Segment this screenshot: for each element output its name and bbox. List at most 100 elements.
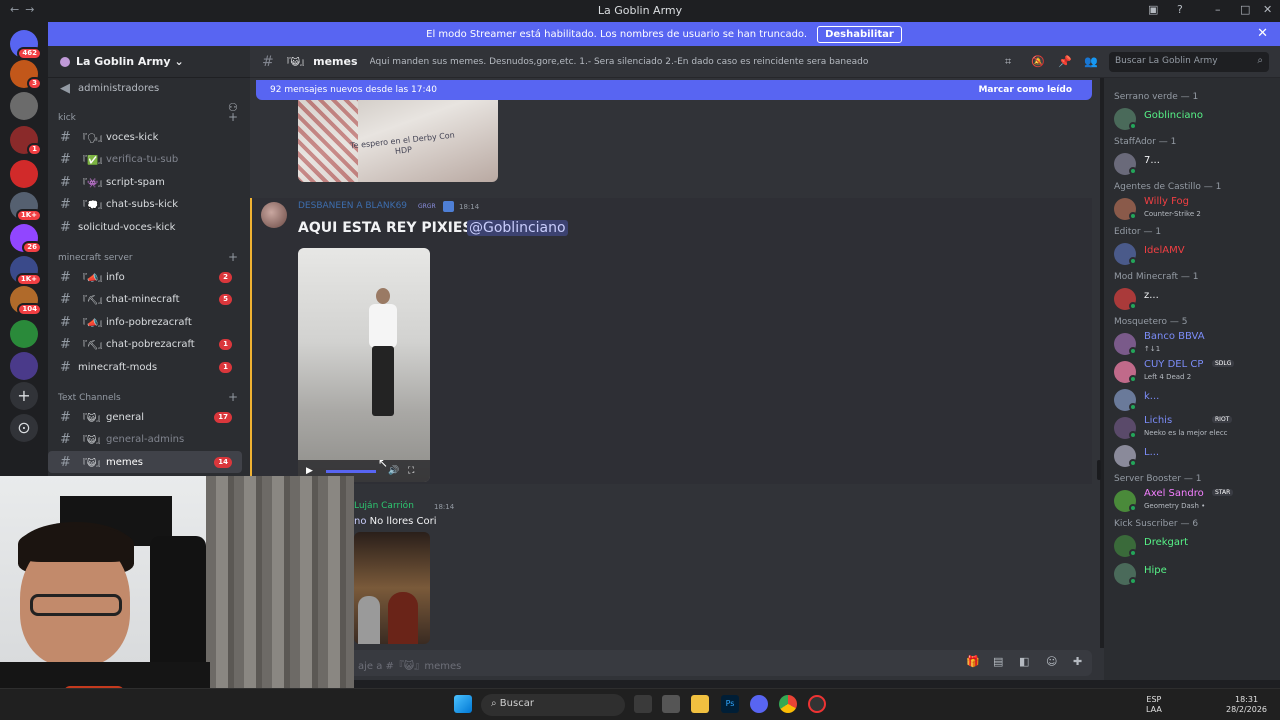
channel-topic[interactable]: Aqui manden sus memes. Desnudos,gore,etc… [370,57,890,67]
add-server-icon[interactable]: + [10,382,38,410]
windows-start-icon[interactable] [454,695,472,713]
maximize-icon[interactable]: □ [1240,3,1250,16]
app-icon[interactable] [662,695,680,713]
channel-item[interactable]: # 『😺』 memes 14 [48,451,242,474]
help-icon[interactable]: ? [1177,3,1183,16]
server-icon[interactable]: 1K+ [10,192,42,222]
play-icon[interactable]: ▶ [306,466,313,476]
webcam-glasses [30,594,122,616]
pin-icon[interactable]: 📌 [1058,55,1072,68]
apps-icon[interactable]: ✚ [1073,655,1082,668]
member-item[interactable]: Lichis RIOT Neeko es la mejor elecc [1114,415,1274,441]
member-item[interactable]: Drekgart [1114,533,1274,559]
channel-item[interactable]: # 『⛏』 chat-minecraft 5 [48,289,242,311]
member-item[interactable]: z... [1114,286,1274,312]
emoji-icon[interactable]: ☺ [1046,655,1057,668]
gif-icon[interactable]: ▤ [993,655,1003,668]
channel-item[interactable]: # 『📣』 info-pobrezacraft [48,311,242,333]
unread-badge: 5 [219,294,232,306]
channel-item[interactable]: # 『🗣』 voces-kick [48,126,242,148]
category-text-channels[interactable]: Text Channels [58,393,121,403]
channel-name: minecraft-mods [78,361,158,373]
server-icon[interactable] [10,320,38,348]
member-item[interactable]: CUY DEL CP SDLG Left 4 Dead 2 [1114,359,1274,385]
member-item[interactable]: k... [1114,387,1274,413]
server-icon[interactable] [10,352,38,380]
sticker-icon[interactable]: ◧ [1019,655,1029,668]
disable-streamer-button[interactable]: Deshabilitar [817,25,902,43]
member-item[interactable]: IdelAMV [1114,241,1274,267]
role-name: Kick Suscriber [1114,519,1178,529]
add-channel-icon[interactable]: + [228,250,238,264]
member-item[interactable]: Willy Fog Counter-Strike 2 [1114,196,1274,222]
channel-item[interactable]: # 『⛏』 chat-pobrezacraft 1 [48,334,242,356]
video-progress[interactable] [326,470,376,473]
search-input[interactable]: Buscar La Goblin Army ⌕ [1109,52,1269,72]
add-channel-icon[interactable]: + [228,110,238,124]
discover-icon[interactable]: ⊙ [10,414,38,442]
mark-as-read-button[interactable]: Marcar como leído [978,85,1072,95]
user-mention[interactable]: @Goblinciano [467,220,568,236]
volume-icon[interactable]: 🔊 [388,466,399,476]
channel-item[interactable]: # 『📣』 info 2 [48,266,242,288]
member-item[interactable]: L... [1114,443,1274,469]
member-item[interactable]: Goblinciano [1114,106,1274,132]
image-attachment[interactable] [354,532,430,644]
category-kick[interactable]: kick [58,113,76,123]
server-icon[interactable]: 26 [10,224,42,254]
file-explorer-icon[interactable] [691,695,709,713]
server-icon[interactable] [10,92,38,120]
server-icon[interactable]: 1 [10,126,42,156]
member-name: Drekgart [1144,537,1189,548]
task-view-icon[interactable] [634,695,652,713]
server-icon[interactable]: 462 [10,30,42,60]
scrollbar[interactable] [1097,460,1101,480]
category-minecraft[interactable]: minecraft server [58,253,133,263]
mute-icon[interactable]: 🔕 [1031,55,1045,68]
photoshop-icon[interactable]: Ps [721,695,739,713]
mouse-cursor-icon: ↖ [378,456,389,470]
channel-item[interactable]: # 『😺』 general 17 [48,406,242,428]
taskbar-search[interactable]: ⌕ Buscar [481,694,625,716]
discord-icon[interactable] [750,695,768,713]
channel-item[interactable]: # minecraft-mods 1 [48,356,242,378]
close-window-icon[interactable]: ✕ [1263,3,1272,16]
message-author[interactable]: DESBANEEN A BLANK69 [298,201,407,211]
fullscreen-icon[interactable]: ⛶ [408,466,414,476]
channel-item[interactable]: # 『✅』 verifica-tu-sub [48,149,242,171]
guild-header[interactable]: La Goblin Army ⌄ ⚇ [48,46,250,114]
inbox-icon[interactable]: ▣ [1148,3,1158,16]
channel-item[interactable]: # 『👾』 script-spam [48,171,242,193]
unread-badge: 14 [214,456,232,468]
channel-name: general-admins [106,434,185,446]
server-badge: 1K+ [15,273,42,286]
new-messages-bar[interactable]: 92 mensajes nuevos desde las 17:40 Marca… [256,80,1092,100]
message-author[interactable]: Luján Carrión [354,501,414,511]
member-list-icon[interactable]: 👥 [1084,55,1098,68]
channel-item[interactable]: # 『😺』 general-admins [48,429,242,451]
gift-icon[interactable]: 🎁 [966,655,980,668]
add-channel-icon[interactable]: + [228,390,238,404]
close-banner-icon[interactable]: ✕ [1257,26,1268,41]
server-icon[interactable] [10,160,38,188]
server-icon[interactable]: 3 [10,60,42,90]
channel-item[interactable]: # solicitud-voces-kick [48,216,242,238]
member-item[interactable]: 7... [1114,151,1274,177]
meme-image-attachment[interactable]: Te espero en el Derby Con HDP [298,100,498,182]
server-icon[interactable]: 104 [10,286,42,316]
member-item[interactable]: Axel Sandro STAR Geometry Dash • [1114,488,1274,514]
member-item[interactable]: Hipe [1114,561,1274,587]
obs-icon[interactable] [808,695,826,713]
server-icon[interactable]: 1K+ [10,256,42,286]
channel-item[interactable]: # 『💭』 chat-subs-kick [48,194,242,216]
avatar[interactable] [261,202,287,228]
chevron-down-icon: ⌄ [174,55,184,68]
video-attachment[interactable]: ▶ 🔊 ⛶ [298,248,430,482]
clock[interactable]: 18:31 28/2/2026 [1226,695,1267,715]
threads-icon[interactable]: ⌗ [1005,55,1011,69]
minimize-icon[interactable]: – [1215,3,1221,16]
member-item[interactable]: Banco BBVA ↑↓1 [1114,331,1274,357]
channel-admin[interactable]: ◀ administradores [48,77,242,99]
chrome-icon[interactable] [779,695,797,713]
language-indicator[interactable]: ESP LAA [1146,695,1162,715]
